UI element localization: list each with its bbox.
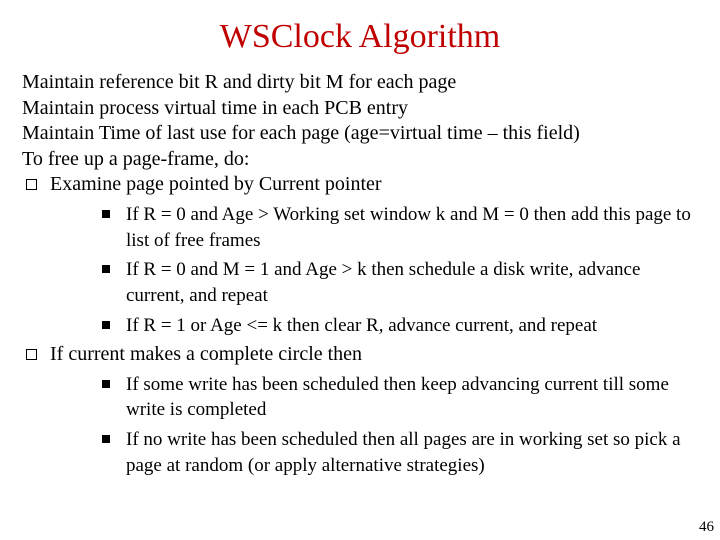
sub-item-2-2: If no write has been scheduled then all … (98, 427, 698, 478)
sub-item-1-1: If R = 0 and Age > Working set window k … (98, 202, 698, 253)
slide: WSClock Algorithm Maintain reference bit… (0, 0, 720, 540)
intro-line-1: Maintain reference bit R and dirty bit M… (22, 70, 698, 96)
slide-title: WSClock Algorithm (22, 18, 698, 56)
top-item-2: If current makes a complete circle then … (22, 342, 698, 478)
page-number: 46 (699, 519, 714, 536)
sub-list-1: If R = 0 and Age > Working set window k … (98, 202, 698, 338)
intro-line-4: To free up a page-frame, do: (22, 147, 698, 173)
intro-line-3: Maintain Time of last use for each page … (22, 121, 698, 147)
top-item-1: Examine page pointed by Current pointer … (22, 172, 698, 338)
sub-item-2-1: If some write has been scheduled then ke… (98, 372, 698, 423)
top-item-1-text: Examine page pointed by Current pointer (50, 173, 382, 195)
sub-item-1-3: If R = 1 or Age <= k then clear R, advan… (98, 313, 698, 339)
top-list: Examine page pointed by Current pointer … (22, 172, 698, 478)
sub-item-1-2: If R = 0 and M = 1 and Age > k then sche… (98, 257, 698, 308)
top-item-2-text: If current makes a complete circle then (50, 343, 362, 365)
sub-list-2: If some write has been scheduled then ke… (98, 372, 698, 479)
intro-line-2: Maintain process virtual time in each PC… (22, 96, 698, 122)
